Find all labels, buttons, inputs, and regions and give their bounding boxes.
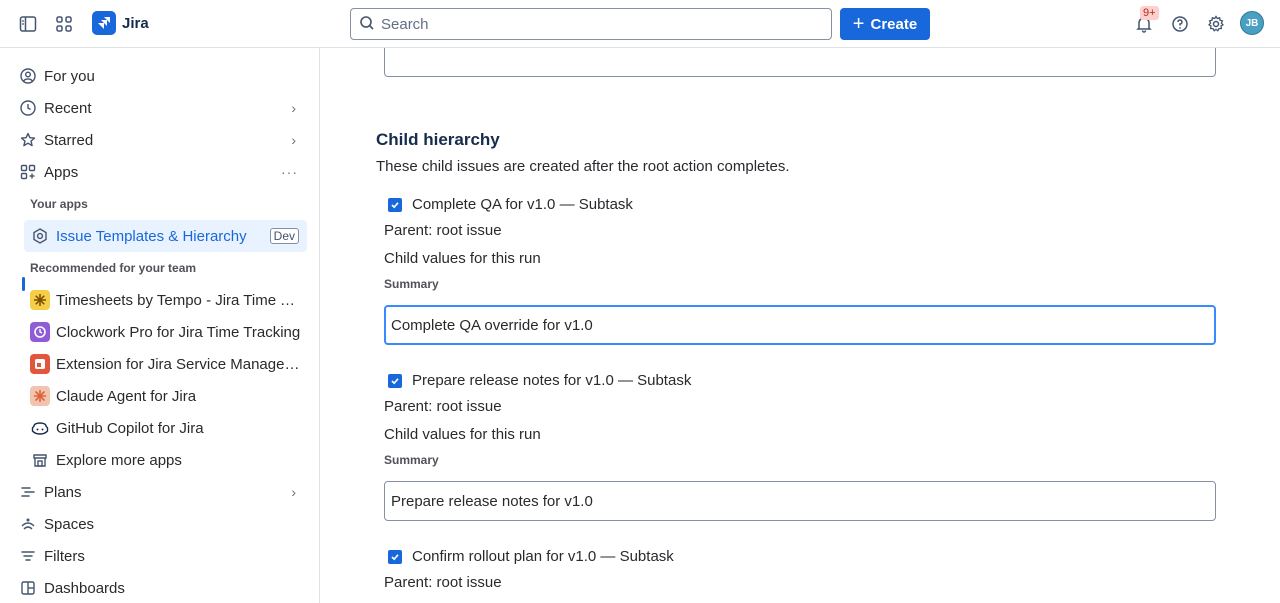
user-avatar[interactable]: JB (1240, 11, 1264, 35)
sidebar-explore-more-apps[interactable]: Explore more apps (24, 444, 307, 476)
dashboard-icon (20, 580, 36, 596)
summary-field-focused[interactable] (384, 305, 1216, 345)
recommended-heading: Recommended for your team (30, 261, 197, 275)
more-options-icon[interactable]: ··· (281, 164, 298, 180)
sidebar-item-filters[interactable]: Filters (12, 540, 308, 572)
sidebar-item-label: Dashboards (44, 579, 125, 597)
user-circle-icon (20, 68, 36, 84)
create-button-label: Create (870, 15, 918, 33)
summary-input[interactable] (391, 492, 1191, 510)
sidebar-item-spaces[interactable]: Spaces (12, 508, 308, 540)
child-parent-text: Parent: root issue (384, 574, 502, 591)
filter-icon (20, 548, 36, 564)
section-heading: Child hierarchy (376, 130, 500, 149)
app-label: Clockwork Pro for Jira Time Tracking (56, 323, 301, 341)
dev-tag: Dev (269, 228, 299, 244)
app-label: Extension for Jira Service Management (56, 355, 301, 373)
sidebar-item-label: For you (44, 67, 95, 85)
app-label: Issue Templates & Hierarchy (56, 227, 247, 245)
sidebar-item-recent[interactable]: Recent › (12, 92, 308, 124)
tempo-logo-icon (30, 290, 50, 310)
chevron-right-icon[interactable]: › (291, 132, 296, 148)
jira-logo-icon[interactable] (92, 11, 116, 35)
clock-icon (20, 100, 36, 116)
summary-label: Summary (384, 277, 439, 291)
app-label: GitHub Copilot for Jira (56, 419, 204, 437)
summary-field[interactable] (384, 481, 1216, 521)
sidebar-app-extension-jsm[interactable]: Extension for Jira Service Management (24, 348, 307, 380)
sidebar-app-github-copilot[interactable]: GitHub Copilot for Jira (24, 412, 307, 444)
sidebar-item-label: Starred (44, 131, 94, 149)
extension-logo-icon (30, 354, 50, 374)
sidebar-item-starred[interactable]: Starred › (12, 124, 308, 156)
child-parent-text: Parent: root issue (384, 222, 502, 239)
star-icon (20, 132, 36, 148)
child-values-label: Child values for this run (384, 250, 541, 267)
child-title: Complete QA for v1.0 — Subtask (412, 196, 633, 213)
clockwork-logo-icon (30, 322, 50, 342)
hexagon-gear-icon (30, 226, 50, 246)
sidebar-app-timesheets[interactable]: Timesheets by Tempo - Jira Time Tracking (24, 284, 307, 316)
sidebar-toggle-icon[interactable] (16, 12, 40, 36)
your-apps-heading: Your apps (30, 197, 88, 211)
sidebar-item-label: Apps (44, 163, 79, 181)
child-title: Confirm rollout plan for v1.0 — Subtask (412, 548, 674, 565)
child-checkbox-row[interactable]: Confirm rollout plan for v1.0 — Subtask (388, 548, 674, 565)
checkbox-checked-icon[interactable] (388, 197, 402, 212)
sidebar-item-for-you[interactable]: For you (12, 60, 308, 92)
sidebar-item-label: Recent (44, 99, 92, 117)
sidebar-item-apps[interactable]: Apps ··· (12, 156, 308, 188)
child-title: Prepare release notes for v1.0 — Subtask (412, 372, 692, 389)
sidebar-item-label: Plans (44, 483, 82, 501)
sidebar-item-label: Spaces (44, 515, 95, 533)
sidebar-app-claude-agent[interactable]: Claude Agent for Jira (24, 380, 307, 412)
spaces-icon (20, 516, 36, 532)
create-button[interactable]: + Create (840, 8, 930, 40)
chevron-right-icon[interactable]: › (291, 484, 296, 500)
summary-label: Summary (384, 453, 439, 467)
plans-icon (20, 484, 36, 500)
sidebar: For you Recent › Starred › Apps ··· Your… (0, 48, 320, 603)
summary-input[interactable] (391, 316, 1191, 334)
search-box[interactable] (350, 8, 832, 40)
child-parent-text: Parent: root issue (384, 398, 502, 415)
copilot-logo-icon (30, 418, 50, 438)
sidebar-item-label: Filters (44, 547, 85, 565)
child-checkbox-row[interactable]: Complete QA for v1.0 — Subtask (388, 196, 633, 213)
child-values-label: Child values for this run (384, 426, 541, 443)
child-checkbox-row[interactable]: Prepare release notes for v1.0 — Subtask (388, 372, 691, 389)
app-label: Explore more apps (56, 451, 182, 469)
chevron-right-icon[interactable]: › (291, 100, 296, 116)
search-input[interactable] (381, 15, 801, 33)
help-icon[interactable] (1168, 12, 1192, 36)
notification-count-badge: 9+ (1140, 6, 1159, 20)
apps-grid-icon (20, 164, 36, 180)
main-content: Child hierarchy These child issues are c… (320, 48, 1280, 603)
previous-text-field[interactable] (384, 48, 1216, 77)
marketplace-icon (30, 450, 50, 470)
settings-gear-icon[interactable] (1204, 12, 1228, 36)
app-label: Claude Agent for Jira (56, 387, 197, 405)
section-description: These child issues are created after the… (376, 158, 790, 175)
checkbox-checked-icon[interactable] (388, 549, 402, 564)
plus-icon: + (852, 13, 865, 35)
sidebar-item-dashboards[interactable]: Dashboards (12, 572, 308, 603)
sidebar-app-issue-templates[interactable]: Issue Templates & Hierarchy Dev (24, 220, 307, 252)
top-navigation-bar: Jira + Create 9+ JB (0, 0, 1280, 48)
app-label: Timesheets by Tempo - Jira Time Tracking (56, 291, 301, 309)
search-icon (359, 15, 375, 34)
sidebar-item-plans[interactable]: Plans › (12, 476, 308, 508)
app-switcher-icon[interactable] (52, 12, 76, 36)
checkbox-checked-icon[interactable] (388, 373, 402, 388)
claude-logo-icon (30, 386, 50, 406)
sidebar-app-clockwork[interactable]: Clockwork Pro for Jira Time Tracking (24, 316, 307, 348)
product-name[interactable]: Jira (122, 15, 149, 32)
